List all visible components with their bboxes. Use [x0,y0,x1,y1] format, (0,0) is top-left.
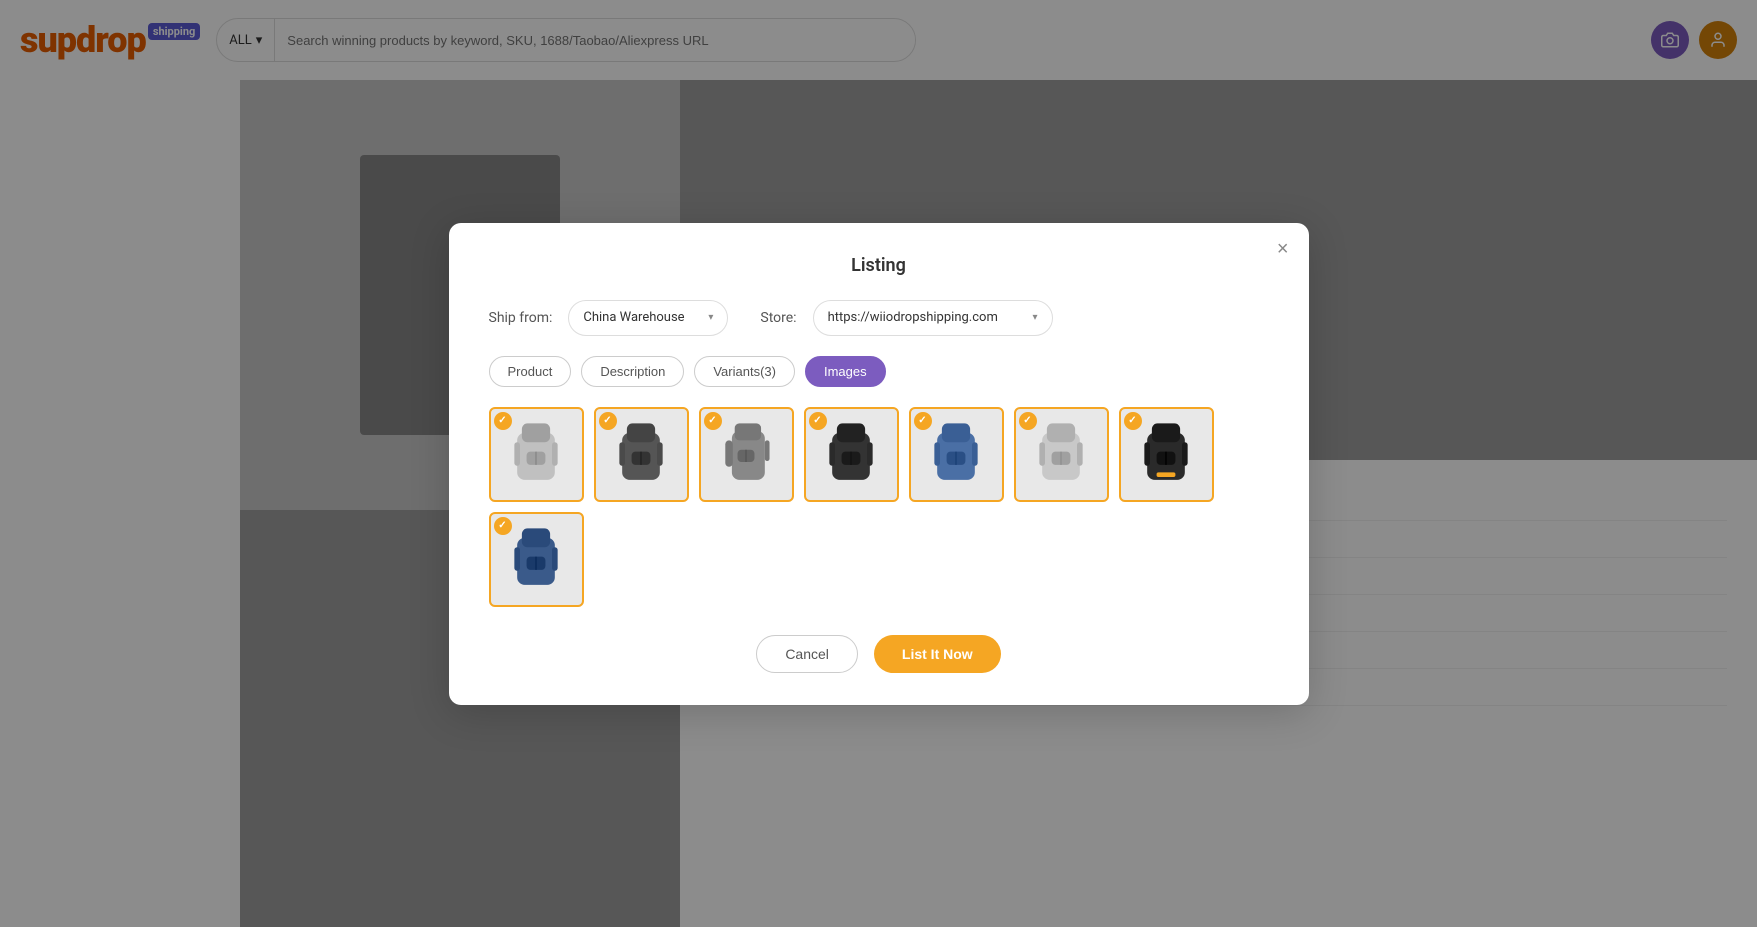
modal-title: Listing [489,255,1269,276]
image-thumb-3[interactable]: ✓ [699,407,794,502]
backpack-image-3 [711,414,781,494]
image-thumb-4[interactable]: ✓ [804,407,899,502]
modal-close-button[interactable]: × [1277,239,1289,259]
backpack-image-4 [816,414,886,494]
ship-from-chevron-icon: ▾ [708,312,713,323]
listing-modal: Listing × Ship from: China Warehouse ▾ S… [449,223,1309,705]
modal-overlay: Listing × Ship from: China Warehouse ▾ S… [0,0,1757,927]
check-badge-4: ✓ [809,412,827,430]
tab-description[interactable]: Description [581,356,684,387]
check-badge-6: ✓ [1019,412,1037,430]
ship-from-label: Ship from: [489,310,553,326]
image-thumb-6[interactable]: ✓ [1014,407,1109,502]
image-thumb-7[interactable]: ✓ [1119,407,1214,502]
ship-from-select[interactable]: China Warehouse ▾ [568,300,728,336]
list-it-now-button[interactable]: List It Now [874,635,1001,673]
tab-images[interactable]: Images [805,356,886,387]
backpack-image-2 [606,414,676,494]
backpack-image-1 [501,414,571,494]
check-badge-3: ✓ [704,412,722,430]
backpack-image-5 [921,414,991,494]
backpack-image-6 [1026,414,1096,494]
check-badge-1: ✓ [494,412,512,430]
check-badge-5: ✓ [914,412,932,430]
check-badge-2: ✓ [599,412,617,430]
modal-actions: Cancel List It Now [489,635,1269,673]
store-value: https://wiiodropshipping.com [828,310,998,325]
tab-product[interactable]: Product [489,356,572,387]
image-thumb-1[interactable]: ✓ [489,407,584,502]
image-thumb-8[interactable]: ✓ [489,512,584,607]
store-select[interactable]: https://wiiodropshipping.com ▾ [813,300,1053,336]
modal-shipping-row: Ship from: China Warehouse ▾ Store: http… [489,300,1269,336]
store-label: Store: [760,310,796,326]
check-badge-7: ✓ [1124,412,1142,430]
image-thumb-2[interactable]: ✓ [594,407,689,502]
cancel-button[interactable]: Cancel [756,635,858,673]
image-thumb-5[interactable]: ✓ [909,407,1004,502]
images-grid: ✓ ✓ [489,407,1269,607]
backpack-image-7 [1131,414,1201,494]
modal-tabs: Product Description Variants(3) Images [489,356,1269,387]
store-chevron-icon: ▾ [1033,312,1038,323]
check-badge-8: ✓ [494,517,512,535]
backpack-image-8 [501,519,571,599]
ship-from-value: China Warehouse [583,310,684,325]
tab-variants[interactable]: Variants(3) [694,356,795,387]
